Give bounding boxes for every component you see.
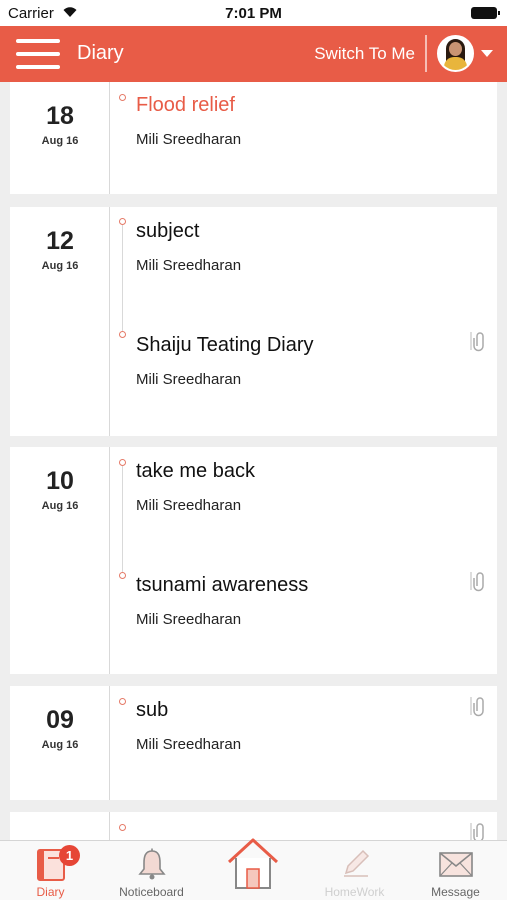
tab-home[interactable] — [202, 838, 303, 900]
timeline-divider — [109, 447, 110, 674]
date-day: 10 — [46, 467, 74, 495]
entry-subject: take me back — [136, 460, 255, 482]
date-month: Aug 16 — [41, 135, 79, 147]
entry-author: Mili Sreedharan — [136, 736, 242, 753]
app-header: Diary Switch To Me — [0, 26, 507, 82]
entry-subject: Flood relief — [136, 94, 235, 116]
envelope-icon — [439, 852, 473, 877]
diary-entry[interactable]: tsunami awareness Mili Sreedharan — [136, 574, 308, 628]
switch-to-me-button[interactable]: Switch To Me — [314, 44, 415, 64]
timeline-connector — [122, 225, 123, 331]
tab-homework[interactable]: HomeWork — [304, 841, 405, 900]
diary-day-card: 18 Aug 16 Flood relief Mili Sreedharan — [10, 82, 497, 194]
entry-author: Mili Sreedharan — [136, 371, 242, 388]
paperclip-icon[interactable] — [470, 695, 488, 717]
tab-bar: 1 Diary Noticeboard HomeWork Message — [0, 838, 507, 900]
status-bar: Carrier 7:01 PM — [0, 0, 507, 26]
paperclip-icon[interactable] — [470, 330, 488, 352]
diary-day-card: 12 Aug 16 subject Mili Sreedharan Shaiju… — [10, 207, 497, 436]
header-divider — [425, 35, 427, 72]
date-day: 12 — [46, 227, 74, 255]
tab-homework-label: HomeWork — [324, 885, 385, 899]
pencil-icon — [344, 849, 370, 877]
date-column: 10 Aug 16 — [10, 467, 110, 512]
date-month: Aug 16 — [41, 260, 79, 272]
diary-feed[interactable]: 18 Aug 16 Flood relief Mili Sreedharan 1… — [0, 82, 507, 840]
entry-author: Mili Sreedharan — [136, 497, 242, 514]
timeline-dot — [119, 459, 126, 466]
tab-message-label: Message — [431, 885, 480, 899]
entry-author: Mili Sreedharan — [136, 611, 242, 628]
entry-subject: subject — [136, 220, 200, 242]
bell-icon — [138, 848, 166, 880]
entry-author: Mili Sreedharan — [136, 131, 242, 148]
date-column: 18 Aug 16 — [10, 102, 110, 147]
timeline-dot — [119, 331, 126, 338]
date-month: Aug 16 — [41, 500, 79, 512]
entry-subject: sub — [136, 699, 169, 721]
timeline-dot — [119, 94, 126, 101]
date-column: 09 Aug 16 — [10, 706, 110, 751]
profile-avatar[interactable] — [437, 35, 474, 72]
diary-entry[interactable]: Flood relief Mili Sreedharan — [136, 94, 241, 148]
tab-diary[interactable]: 1 Diary — [0, 841, 101, 900]
diary-day-card: 09 Aug 16 sub Mili Sreedharan — [10, 686, 497, 800]
entry-subject: tsunami awareness — [136, 574, 309, 596]
entry-author: Mili Sreedharan — [136, 257, 242, 274]
diary-entry[interactable]: sub Mili Sreedharan — [136, 699, 241, 753]
timeline-dot — [119, 218, 126, 225]
home-icon — [227, 838, 279, 889]
timeline-connector — [122, 466, 123, 572]
diary-entry[interactable]: subject Mili Sreedharan — [136, 220, 241, 274]
battery-icon — [471, 7, 500, 19]
tab-noticeboard-label: Noticeboard — [119, 885, 184, 899]
timeline-divider — [109, 812, 110, 840]
hamburger-menu-icon[interactable] — [16, 37, 60, 71]
tab-noticeboard[interactable]: Noticeboard — [101, 841, 202, 900]
date-day: 09 — [46, 706, 74, 734]
timeline-divider — [109, 686, 110, 800]
date-column: 12 Aug 16 — [10, 227, 110, 272]
page-title: Diary — [77, 42, 124, 64]
paperclip-icon[interactable] — [470, 821, 488, 840]
tab-message[interactable]: Message — [405, 841, 506, 900]
timeline-dot — [119, 824, 126, 831]
notification-badge: 1 — [59, 845, 80, 866]
diary-entry[interactable]: take me back Mili Sreedharan — [136, 460, 255, 514]
date-month: Aug 16 — [41, 739, 79, 751]
timeline-dot — [119, 698, 126, 705]
diary-entry[interactable]: Shaiju Teating Diary Mili Sreedharan — [136, 334, 314, 388]
timeline-dot — [119, 572, 126, 579]
tab-diary-label: Diary — [36, 885, 65, 899]
diary-day-card: 10 Aug 16 take me back Mili Sreedharan t… — [10, 447, 497, 674]
diary-day-card — [10, 812, 497, 840]
clock: 7:01 PM — [225, 5, 282, 22]
paperclip-icon[interactable] — [470, 570, 488, 592]
timeline-divider — [109, 82, 110, 194]
date-day: 18 — [46, 102, 74, 130]
chevron-down-icon[interactable] — [481, 50, 493, 57]
timeline-divider — [109, 207, 110, 436]
entry-subject: Shaiju Teating Diary — [136, 334, 314, 356]
